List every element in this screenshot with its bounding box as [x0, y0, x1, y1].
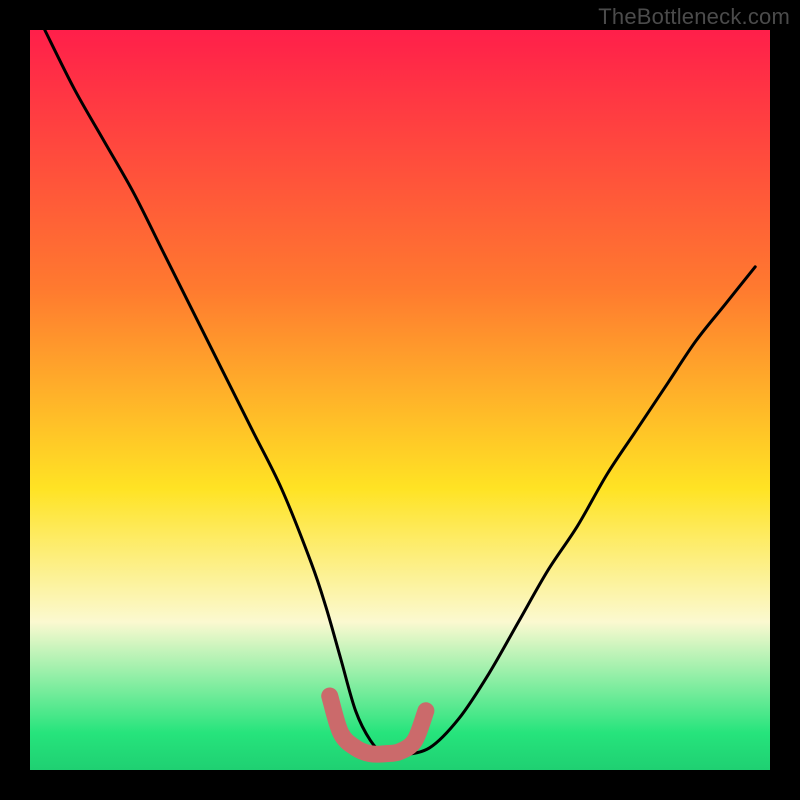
- bottleneck-plot: [0, 0, 800, 800]
- chart-stage: TheBottleneck.com: [0, 0, 800, 800]
- plot-background: [30, 30, 770, 770]
- watermark-label: TheBottleneck.com: [598, 4, 790, 30]
